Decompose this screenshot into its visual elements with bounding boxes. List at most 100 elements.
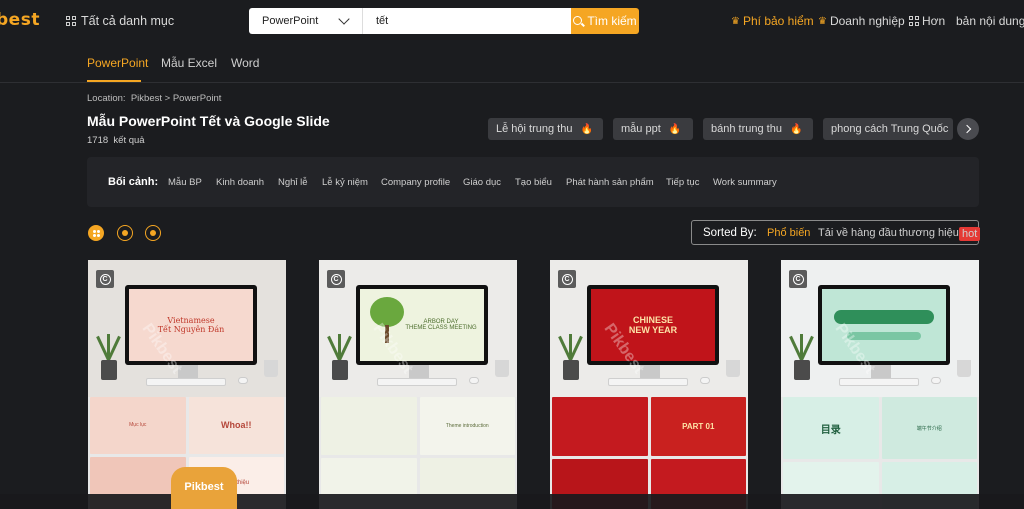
- context-item[interactable]: Giáo dục: [463, 177, 501, 188]
- business-link[interactable]: ♛ Doanh nghiệp: [818, 14, 905, 28]
- card-thumbs: 目录 端午节介绍: [781, 397, 979, 509]
- chip-label: phong cách Trung Quốc: [831, 123, 949, 135]
- chevron-right-icon: [962, 124, 972, 134]
- copyright-icon: C: [96, 270, 114, 288]
- sort-bar: Sorted By: Phổ biến Tải về hàng đầu thươ…: [691, 220, 981, 245]
- card-thumbs: Theme introduction: [319, 397, 517, 509]
- top-bar: best Tất cả danh mục PowerPoint tết Tìm …: [0, 0, 1024, 42]
- thumb-text: Theme introduction: [419, 397, 515, 455]
- breadcrumb: Location: Pikbest > PowerPoint: [87, 93, 221, 104]
- breadcrumb-pikbest[interactable]: Pikbest: [131, 93, 162, 104]
- chip-label: Lễ hội trung thu: [496, 123, 573, 135]
- search-icon: [573, 15, 584, 27]
- context-item[interactable]: Work summary: [713, 177, 777, 188]
- premium-link[interactable]: ♛ Phí bảo hiểm: [731, 14, 814, 28]
- all-categories-menu[interactable]: Tất cả danh mục: [66, 14, 174, 28]
- premium-label: Phí bảo hiểm: [742, 14, 814, 28]
- chip-tag[interactable]: Lễ hội trung thu 🔥: [488, 118, 603, 140]
- view-free-icon[interactable]: [145, 225, 161, 241]
- plant-decor: [558, 330, 584, 380]
- result-count-label: kết quả: [113, 135, 145, 146]
- context-item[interactable]: Nghỉ lễ: [278, 177, 308, 188]
- thumb-text: [552, 397, 648, 456]
- tab-word[interactable]: Word: [231, 56, 259, 70]
- result-count: 1718 kết quả: [87, 135, 145, 146]
- template-card[interactable]: C CHINESE NEW YEAR PART 01 Pikbest: [550, 260, 748, 509]
- crown-icon: ♛: [731, 15, 740, 27]
- search-button[interactable]: Tìm kiếm: [571, 8, 639, 34]
- breadcrumb-powerpoint[interactable]: PowerPoint: [173, 93, 222, 104]
- chip-label: mẫu ppt: [621, 123, 661, 135]
- search-input[interactable]: tết: [363, 8, 571, 34]
- search-input-value: tết: [376, 15, 389, 27]
- hot-badge: hot: [959, 227, 981, 241]
- thumb-text: PART 01: [650, 397, 746, 456]
- category-tabs: PowerPoint Mẫu Excel Word: [0, 42, 1024, 83]
- context-filter-bar: Bối cảnh: Mẫu BP Kinh doanh Nghỉ lễ Lễ k…: [87, 157, 979, 207]
- card-screen-subtitle: NEW YEAR: [628, 325, 678, 335]
- card-screen-title: CHINESE: [632, 315, 673, 325]
- thumb-text: 目录: [783, 397, 879, 459]
- business-label: Doanh nghiệp: [829, 14, 905, 28]
- card-screen-subtitle: Tết Nguyên Đán: [157, 325, 225, 334]
- context-item[interactable]: Kinh doanh: [216, 177, 264, 188]
- search-category-select[interactable]: PowerPoint: [249, 8, 363, 34]
- grid-icon: [66, 16, 76, 26]
- search-category-value: PowerPoint: [262, 15, 319, 27]
- sort-label: Sorted By:: [703, 227, 757, 239]
- copyright-link[interactable]: bản nội dung: [956, 14, 1024, 28]
- context-label: Bối cảnh:: [108, 176, 159, 188]
- copyright-icon: C: [327, 270, 345, 288]
- context-item[interactable]: Tạo biểu: [515, 177, 552, 188]
- active-tab-indicator: [87, 80, 141, 82]
- sort-popular[interactable]: Phổ biến: [767, 227, 810, 239]
- chip-tag[interactable]: mẫu ppt 🔥: [613, 118, 693, 140]
- chip-tag[interactable]: bánh trung thu 🔥: [703, 118, 813, 140]
- search-button-label: Tìm kiếm: [587, 14, 637, 28]
- bottom-overlay: [0, 494, 1024, 509]
- pikbest-badge[interactable]: Pikbest: [171, 467, 237, 509]
- card-screen-title: Vietnamese: [167, 316, 215, 325]
- plant-decor: [96, 330, 122, 380]
- breadcrumb-separator: >: [164, 93, 171, 104]
- logo[interactable]: best: [0, 10, 40, 30]
- plant-decor: [789, 330, 815, 380]
- all-categories-label: Tất cả danh mục: [81, 14, 175, 28]
- context-item[interactable]: Tiếp tục: [666, 177, 699, 188]
- chips-next-button[interactable]: [957, 118, 979, 140]
- context-item[interactable]: Phát hành sản phẩm: [566, 177, 654, 188]
- tab-excel[interactable]: Mẫu Excel: [161, 56, 217, 70]
- tab-powerpoint[interactable]: PowerPoint: [87, 56, 148, 70]
- chip-tag[interactable]: phong cách Trung Quốc: [823, 118, 953, 140]
- view-all-icon[interactable]: [88, 225, 104, 241]
- template-card[interactable]: C ARBOR DAY THEME CLASS MEETING Theme in…: [319, 260, 517, 509]
- sort-top-downloads[interactable]: Tải về hàng đầu: [818, 227, 897, 239]
- thumb-text: Mục lục: [90, 397, 186, 454]
- copyright-icon: C: [558, 270, 576, 288]
- thumb-text: 端午节介绍: [881, 397, 977, 459]
- fire-icon: 🔥: [789, 123, 803, 135]
- more-menu[interactable]: Hơn: [909, 14, 945, 28]
- context-item[interactable]: Lễ kỷ niệm: [322, 177, 368, 188]
- thumb-text: [321, 397, 417, 455]
- more-label: Hơn: [922, 14, 946, 28]
- fire-icon: 🔥: [668, 123, 682, 135]
- thumb-text: Whoa!!: [188, 397, 284, 454]
- template-card[interactable]: C 目录 端午节介绍 Pikbest: [781, 260, 979, 509]
- search-bar: PowerPoint tết Tìm kiếm: [249, 8, 639, 34]
- breadcrumb-label: Location:: [87, 93, 126, 104]
- chip-label: bánh trung thu: [711, 123, 782, 135]
- context-item[interactable]: Mẫu BP: [168, 177, 202, 188]
- crown-icon: ♛: [818, 15, 827, 27]
- chevron-down-icon: [338, 13, 350, 25]
- card-screen-subtitle: THEME CLASS MEETING: [405, 325, 477, 331]
- plant-decor: [327, 330, 353, 380]
- page-title: Mẫu PowerPoint Tết và Google Slide: [87, 113, 330, 129]
- copyright-icon: C: [789, 270, 807, 288]
- context-item[interactable]: Company profile: [381, 177, 450, 188]
- grid-icon: [909, 16, 919, 26]
- result-count-number: 1718: [87, 135, 109, 146]
- view-premium-icon[interactable]: [117, 225, 133, 241]
- fire-icon: 🔥: [580, 123, 593, 135]
- card-thumbs: PART 01: [550, 397, 748, 509]
